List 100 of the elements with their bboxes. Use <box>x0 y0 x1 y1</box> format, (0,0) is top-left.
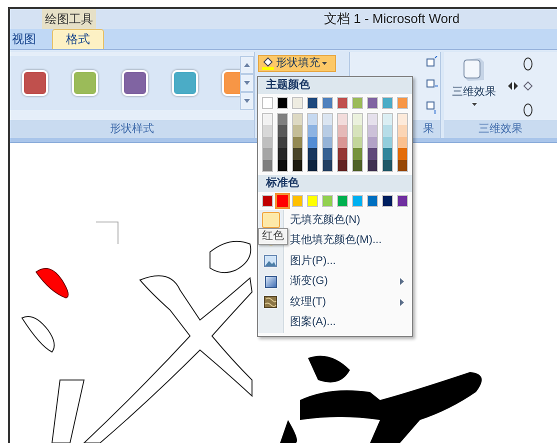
color-swatch[interactable] <box>352 97 363 109</box>
color-swatch[interactable] <box>353 114 362 126</box>
shape-style-swatch[interactable] <box>122 70 148 96</box>
color-swatch[interactable] <box>352 194 363 207</box>
color-swatch[interactable] <box>382 97 393 109</box>
color-swatch[interactable] <box>398 136 407 148</box>
color-swatch[interactable] <box>368 114 377 126</box>
color-swatch[interactable] <box>262 97 273 109</box>
group-label: 形状样式 <box>10 120 254 138</box>
menu-item[interactable]: 图片(P)... <box>284 250 412 272</box>
color-swatch[interactable] <box>353 125 362 137</box>
paint-bucket-icon <box>262 56 274 70</box>
color-swatch[interactable] <box>368 125 377 137</box>
color-swatch[interactable] <box>323 160 332 171</box>
margin-corner-mark <box>96 222 118 244</box>
color-swatch[interactable] <box>368 160 377 171</box>
color-swatch[interactable] <box>278 125 287 137</box>
color-swatch[interactable] <box>383 136 392 148</box>
color-swatch[interactable] <box>338 148 347 160</box>
menu-header: 主题颜色 <box>258 77 412 94</box>
shape-style-swatch[interactable] <box>72 70 98 96</box>
texture-icon <box>264 296 277 308</box>
color-swatch[interactable] <box>293 148 302 160</box>
color-swatch[interactable] <box>398 160 407 171</box>
color-swatch[interactable] <box>382 194 394 207</box>
color-swatch[interactable] <box>353 160 362 171</box>
ribbon-tab[interactable]: 格式 <box>52 28 104 48</box>
color-swatch[interactable] <box>353 136 362 148</box>
shape-fill-button[interactable]: 形状填充 <box>258 54 336 72</box>
color-swatch[interactable] <box>383 125 392 137</box>
color-swatch[interactable] <box>278 148 287 160</box>
color-swatch[interactable] <box>293 136 302 148</box>
color-swatch[interactable] <box>308 136 317 148</box>
color-swatch[interactable] <box>322 97 333 109</box>
color-swatch[interactable] <box>308 114 317 126</box>
caret-icon <box>472 103 476 106</box>
color-swatch[interactable] <box>366 194 378 207</box>
color-swatch[interactable] <box>397 194 408 207</box>
color-swatch[interactable] <box>293 125 302 137</box>
tooltip: 红色 <box>258 228 288 245</box>
color-swatch[interactable] <box>338 160 347 171</box>
gradient-square-icon <box>264 276 276 288</box>
color-swatch[interactable] <box>323 136 332 148</box>
color-swatch[interactable] <box>308 125 317 137</box>
scroll-down-button[interactable] <box>240 74 254 92</box>
color-swatch[interactable] <box>368 148 377 160</box>
shape-style-swatch[interactable] <box>172 70 198 96</box>
color-swatch[interactable] <box>263 136 272 148</box>
color-swatch[interactable] <box>308 160 317 171</box>
color-swatch[interactable] <box>383 148 392 160</box>
scroll-up-button[interactable] <box>240 56 254 74</box>
color-swatch[interactable] <box>306 194 318 207</box>
color-swatch[interactable] <box>398 114 407 126</box>
color-swatch[interactable] <box>383 114 392 126</box>
color-swatch[interactable] <box>263 148 272 160</box>
color-swatch[interactable] <box>278 114 287 126</box>
menu-item[interactable]: 图案(A)... <box>284 312 412 333</box>
outline-stroke <box>22 316 55 352</box>
color-swatch[interactable] <box>292 194 303 207</box>
color-swatch[interactable] <box>397 97 408 109</box>
color-swatch[interactable] <box>353 148 362 160</box>
color-swatch[interactable] <box>367 97 378 109</box>
ribbon-tab[interactable]: 视图 <box>12 28 36 48</box>
color-swatch[interactable] <box>383 160 392 171</box>
color-swatch[interactable] <box>263 160 272 171</box>
color-swatch[interactable] <box>277 194 288 207</box>
color-swatch[interactable] <box>263 125 272 137</box>
menu-item[interactable]: 渐变(G) <box>284 271 412 292</box>
color-swatch[interactable] <box>338 125 347 137</box>
context-tab-label: 绘图工具 <box>42 9 96 28</box>
color-swatch[interactable] <box>337 97 348 109</box>
menu-header: 标准色 <box>258 174 412 192</box>
window-title: 文档 1 - Microsoft Word <box>324 10 460 28</box>
color-swatch[interactable] <box>277 97 288 109</box>
menu-item[interactable]: 无填充颜色(N) <box>284 210 412 230</box>
color-swatch[interactable] <box>308 148 317 160</box>
color-swatch[interactable] <box>293 114 302 126</box>
color-swatch[interactable] <box>323 125 332 137</box>
color-swatch[interactable] <box>293 160 302 171</box>
color-swatch[interactable] <box>368 136 377 148</box>
color-swatch[interactable] <box>398 148 407 160</box>
color-swatch[interactable] <box>323 148 332 160</box>
color-swatch[interactable] <box>323 114 332 126</box>
color-swatch[interactable] <box>292 97 303 109</box>
group-label: 三维效果 <box>444 120 557 138</box>
gallery-more-button[interactable] <box>240 92 254 110</box>
outline-stroke <box>210 240 252 274</box>
color-swatch[interactable] <box>322 194 333 207</box>
color-swatch[interactable] <box>398 125 407 137</box>
color-swatch[interactable] <box>262 194 274 207</box>
color-swatch[interactable] <box>338 114 347 126</box>
color-swatch[interactable] <box>336 194 348 207</box>
color-swatch[interactable] <box>307 97 318 109</box>
color-swatch[interactable] <box>263 114 272 126</box>
shape-style-swatch[interactable] <box>22 70 48 96</box>
three-d-effects-button[interactable]: 三维效果 <box>448 56 500 120</box>
color-swatch[interactable] <box>278 136 287 148</box>
menu-item[interactable]: 纹理(T) <box>284 292 412 312</box>
color-swatch[interactable] <box>338 136 347 148</box>
color-swatch[interactable] <box>278 160 287 171</box>
